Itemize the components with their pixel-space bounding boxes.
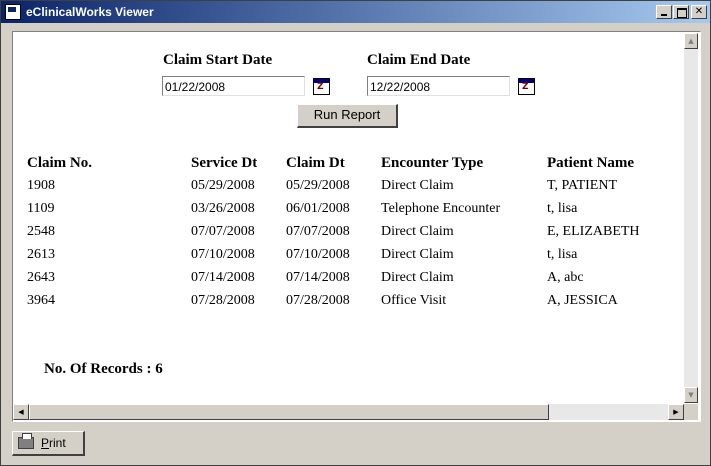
printer-icon [18, 433, 34, 449]
scroll-up-button[interactable]: ▲ [684, 33, 698, 49]
claims-table: Claim No. Service Dt Claim Dt Encounter … [27, 152, 657, 312]
cell-encounter-type: Telephone Encounter [381, 200, 501, 216]
vertical-scrollbar[interactable]: ▲ ▼ [684, 33, 698, 403]
header-patient-name: Patient Name [547, 154, 635, 171]
scroll-left-button[interactable]: ◀ [13, 404, 29, 420]
table-row[interactable]: 1109 03/26/2008 06/01/2008 Telephone Enc… [27, 197, 657, 220]
cell-encounter-type: Direct Claim [381, 177, 454, 193]
claim-end-date-input[interactable]: 12/22/2008 [367, 76, 510, 96]
cell-service-dt: 07/10/2008 [191, 246, 255, 262]
cell-claim-no: 2613 [27, 246, 55, 262]
cell-claim-dt: 05/29/2008 [286, 177, 350, 193]
cell-claim-dt: 07/28/2008 [286, 292, 350, 308]
table-row[interactable]: 3964 07/28/2008 07/28/2008 Office Visit … [27, 289, 657, 312]
cell-claim-no: 1908 [27, 177, 55, 193]
viewer-window: eClinicalWorks Viewer ✕ Claim Start Date… [0, 0, 711, 466]
table-row[interactable]: 2548 07/07/2008 07/07/2008 Direct Claim … [27, 220, 657, 243]
cell-claim-dt: 07/14/2008 [286, 269, 350, 285]
app-icon [5, 4, 21, 20]
header-encounter-type: Encounter Type [381, 154, 484, 171]
cell-encounter-type: Office Visit [381, 292, 447, 308]
start-date-calendar-icon[interactable] [313, 78, 330, 95]
cell-service-dt: 05/29/2008 [191, 177, 255, 193]
header-service-dt: Service Dt [191, 154, 258, 171]
cell-claim-no: 2548 [27, 223, 55, 239]
close-button[interactable]: ✕ [691, 5, 707, 19]
scroll-down-button[interactable]: ▼ [684, 387, 698, 403]
table-row[interactable]: 1908 05/29/2008 05/29/2008 Direct Claim … [27, 174, 657, 197]
table-row[interactable]: 2613 07/10/2008 07/10/2008 Direct Claim … [27, 243, 657, 266]
horizontal-scroll-thumb[interactable] [29, 404, 549, 420]
scroll-right-button[interactable]: ▶ [668, 404, 684, 420]
cell-service-dt: 07/14/2008 [191, 269, 255, 285]
table-header-row: Claim No. Service Dt Claim Dt Encounter … [27, 152, 657, 174]
end-date-calendar-icon[interactable] [518, 78, 535, 95]
claim-start-date-label: Claim Start Date [163, 52, 273, 68]
cell-patient-name: t, lisa [547, 200, 578, 216]
print-button[interactable]: Print [12, 431, 85, 456]
maximize-button[interactable] [673, 5, 689, 19]
run-report-button[interactable]: Run Report [297, 104, 398, 128]
table-row[interactable]: 2643 07/14/2008 07/14/2008 Direct Claim … [27, 266, 657, 289]
cell-encounter-type: Direct Claim [381, 223, 454, 239]
cell-patient-name: A, abc [547, 269, 584, 285]
cell-service-dt: 03/26/2008 [191, 200, 255, 216]
window-title: eClinicalWorks Viewer [26, 5, 154, 19]
header-claim-no: Claim No. [27, 154, 92, 171]
cell-claim-dt: 07/07/2008 [286, 223, 350, 239]
horizontal-scrollbar[interactable]: ◀ ▶ [13, 404, 684, 420]
cell-claim-dt: 07/10/2008 [286, 246, 350, 262]
cell-patient-name: t, lisa [547, 246, 578, 262]
cell-encounter-type: Direct Claim [381, 269, 454, 285]
print-button-label: Print [41, 436, 66, 450]
cell-service-dt: 07/07/2008 [191, 223, 255, 239]
cell-patient-name: T, PATIENT [547, 177, 617, 193]
cell-claim-no: 3964 [27, 292, 55, 308]
record-count: No. Of Records : 6 [44, 361, 163, 377]
cell-patient-name: E, ELIZABETH [547, 223, 640, 239]
scrollbar-corner [684, 404, 698, 420]
cell-claim-dt: 06/01/2008 [286, 200, 350, 216]
cell-patient-name: A, JESSICA [547, 292, 618, 308]
claim-start-date-input[interactable]: 01/22/2008 [162, 76, 305, 96]
cell-service-dt: 07/28/2008 [191, 292, 255, 308]
claim-end-date-label: Claim End Date [367, 52, 471, 68]
cell-claim-no: 2643 [27, 269, 55, 285]
header-claim-dt: Claim Dt [286, 154, 345, 171]
minimize-button[interactable] [656, 5, 672, 19]
title-bar[interactable]: eClinicalWorks Viewer ✕ [1, 1, 710, 23]
cell-claim-no: 1109 [27, 200, 55, 216]
cell-encounter-type: Direct Claim [381, 246, 454, 262]
